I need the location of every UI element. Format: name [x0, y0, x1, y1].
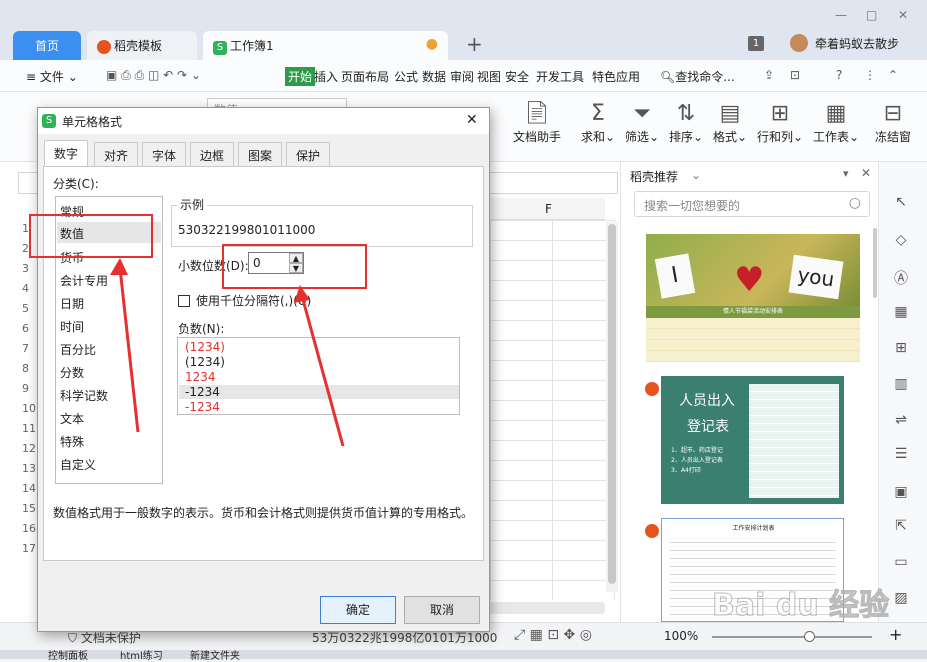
annotation-arrowhead-left	[110, 258, 128, 275]
annotation-arrow-left	[118, 267, 140, 433]
watermark: Bai du 经验	[711, 588, 890, 624]
annotation-arrows	[110, 258, 345, 447]
annotation-arrow-right	[300, 295, 345, 447]
annotation-arrowhead-right	[294, 285, 310, 303]
